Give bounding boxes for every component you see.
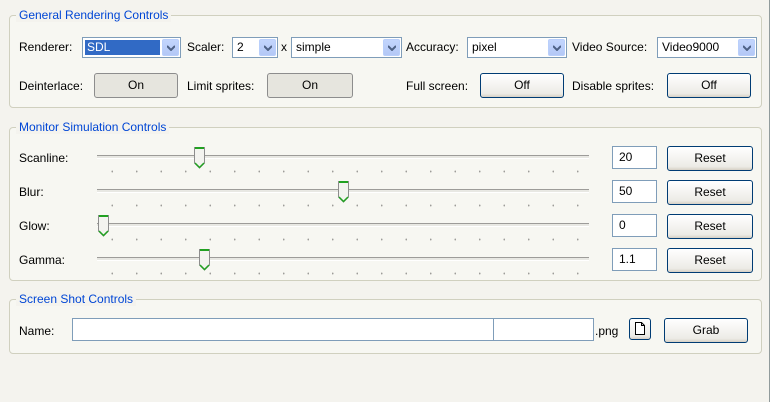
gamma-label: Gamma: [19, 253, 66, 267]
glow-reset-button[interactable]: Reset [667, 214, 753, 239]
scaler-label: Scaler: [187, 40, 225, 54]
chevron-down-icon[interactable] [259, 39, 276, 56]
blur-label: Blur: [19, 185, 44, 199]
scanline-value-input[interactable]: 20 [612, 146, 657, 169]
renderer-value: SDL [85, 40, 160, 55]
monitor-simulation-title: Monitor Simulation Controls [16, 120, 170, 134]
name-label: Name: [19, 324, 55, 338]
accuracy-value: pixel [472, 40, 497, 54]
gamma-reset-button[interactable]: Reset [667, 248, 753, 273]
chevron-down-icon[interactable] [548, 39, 565, 56]
scaler-mode-select[interactable]: simple [291, 37, 402, 58]
deinterlace-label: Deinterlace: [19, 79, 84, 93]
main-panel: General Rendering Controls Renderer: SDL… [0, 0, 770, 402]
scaler-value: 2 [237, 40, 244, 54]
scaler-select[interactable]: 2 [232, 37, 278, 58]
scaler-mode-value: simple [296, 40, 331, 54]
limit-sprites-label: Limit sprites: [187, 79, 255, 93]
disable-sprites-label: Disable sprites: [572, 79, 655, 93]
accuracy-label: Accuracy: [406, 40, 459, 54]
accuracy-select[interactable]: pixel [467, 37, 567, 58]
gamma-slider-track[interactable] [97, 257, 589, 261]
glow-value-input[interactable]: 0 [612, 214, 657, 237]
video-source-label: Video Source: [572, 40, 648, 54]
scanline-slider-track[interactable] [97, 155, 589, 159]
chevron-down-icon[interactable] [383, 39, 400, 56]
blur-value-input[interactable]: 50 [612, 180, 657, 203]
blur-reset-button[interactable]: Reset [667, 180, 753, 205]
renderer-select[interactable]: SDL [82, 37, 181, 58]
video-source-select[interactable]: Video9000 [657, 37, 757, 58]
grab-button[interactable]: Grab [664, 318, 748, 343]
monitor-simulation-group: Monitor Simulation Controls Scanline: 20 R… [9, 120, 762, 281]
scanline-reset-button[interactable]: Reset [667, 146, 753, 171]
glow-slider-ticks [100, 238, 589, 241]
chevron-down-icon[interactable] [738, 39, 755, 56]
glow-slider-thumb[interactable] [98, 215, 109, 237]
gamma-value-input[interactable]: 1.1 [612, 248, 657, 271]
gamma-slider-thumb[interactable] [198, 249, 210, 271]
glow-slider-track[interactable] [97, 223, 589, 227]
renderer-label: Renderer: [19, 40, 73, 54]
scanline-label: Scanline: [19, 151, 69, 165]
limit-sprites-toggle[interactable]: On [267, 73, 353, 98]
blur-slider-ticks [100, 204, 589, 207]
scanline-slider-thumb[interactable] [194, 147, 205, 169]
screenshot-title: Screen Shot Controls [16, 292, 137, 306]
chevron-down-icon[interactable] [162, 39, 179, 56]
document-icon [635, 322, 645, 335]
scanline-slider-ticks [100, 170, 589, 173]
disable-sprites-toggle[interactable]: Off [667, 73, 751, 98]
glow-label: Glow: [19, 219, 50, 233]
screenshot-name-input[interactable] [72, 318, 494, 341]
general-rendering-title: General Rendering Controls [16, 8, 172, 22]
gamma-slider-ticks [100, 272, 589, 275]
general-rendering-group: General Rendering Controls Renderer: SDL… [9, 8, 762, 108]
screenshot-group: Screen Shot Controls Name: .png Grab [9, 292, 762, 354]
png-extension-label: .png [595, 324, 619, 338]
scaler-x-label: x [281, 40, 287, 54]
full-screen-label: Full screen: [406, 79, 469, 93]
full-screen-toggle[interactable]: Off [480, 73, 564, 98]
deinterlace-toggle[interactable]: On [94, 73, 178, 98]
blur-slider-thumb[interactable] [338, 181, 349, 203]
video-source-value: Video9000 [662, 40, 720, 54]
browse-button[interactable] [629, 318, 651, 340]
screenshot-number-input[interactable] [493, 318, 594, 341]
